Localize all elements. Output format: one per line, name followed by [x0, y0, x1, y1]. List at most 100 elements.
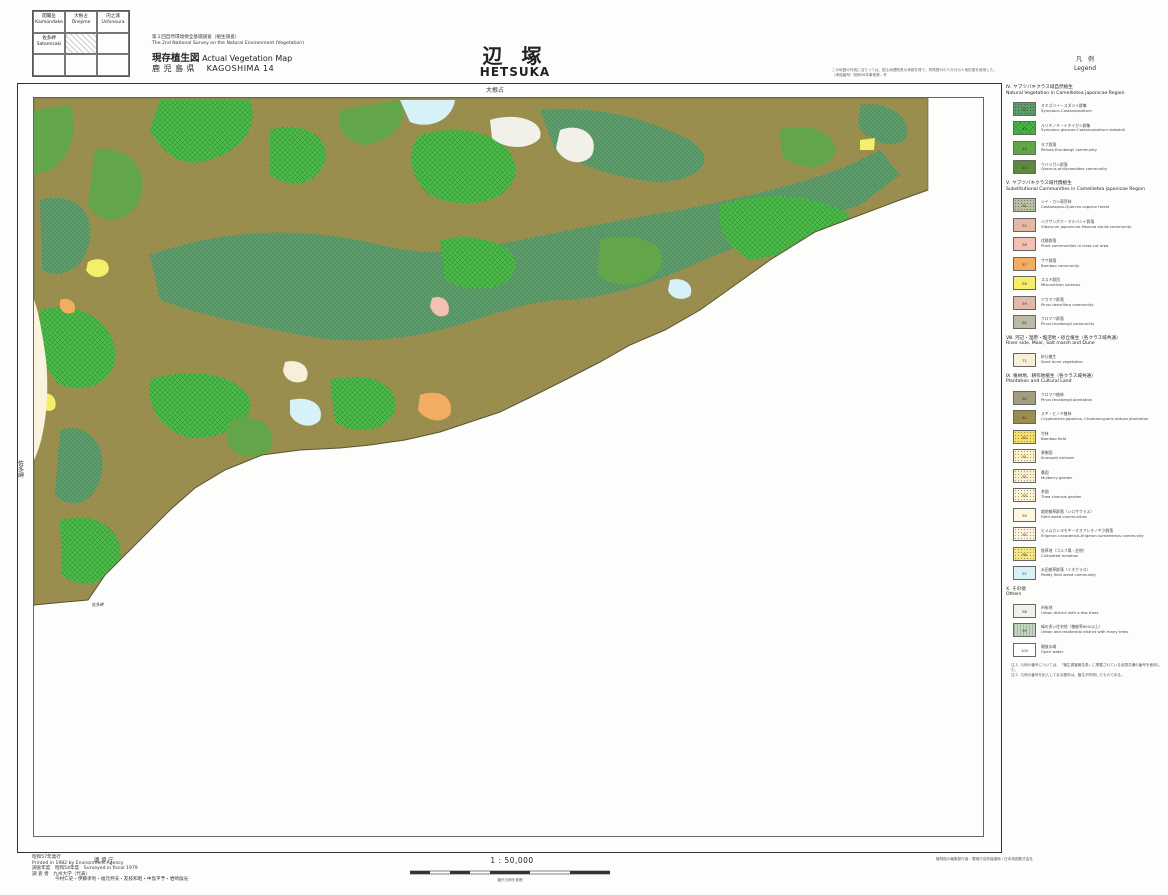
legend-swatch: 60	[1013, 315, 1036, 330]
legend-section-title-en: Others	[1006, 592, 1022, 598]
legend-item-en: Castanopsis-Quercus coppice forest	[1041, 204, 1110, 210]
legend-item-en: Thea sinensis garden	[1041, 494, 1082, 499]
legend-item: 51 シイ・カシ萌芽林 Castanopsis-Quercus coppice fo…	[1006, 195, 1166, 215]
legend-item: 52 ハクサンボク－マテバシイ群落 Viburnum japonicum-Pasan…	[1006, 215, 1166, 235]
legend-item-en: Cryptomeria japonica, Chamaecyparis obtu…	[1041, 416, 1149, 421]
legend-item-text: 市街地 Urban district with a few trees	[1041, 605, 1099, 616]
legend-header-jp: 凡 例	[1075, 56, 1094, 63]
legend-item: 95 ヒメムカシヨモギ－オオアレチノギク群落 Erigeron canadensis…	[1006, 524, 1166, 544]
map-patch-miscanthus	[860, 138, 875, 150]
legend-item-en: Quercus phillyraeoides community	[1041, 166, 1108, 172]
legend-item-text: ミミズバイ－スダジイ群集 Symploco-Castanopsietum	[1041, 103, 1092, 114]
legend-item-text: 緑の多い住宅地（植被率60%以上） Urban and residential d…	[1041, 625, 1128, 635]
legend-item: 58 ススキ群団 Miscanthion sinensis	[1006, 273, 1166, 293]
legend-section: Ⅷ. 河辺・湿原・塩沼地・砂丘植生（各クラス域共通） River side, Mo…	[1006, 336, 1166, 370]
legend-section: Ⅹ. その他 Others 98 市街地 Urban district with a f…	[1006, 587, 1166, 660]
legend-swatch: 42	[1013, 121, 1036, 136]
legend-item-text: ササ群落 Bamboo community	[1041, 258, 1079, 269]
legend-item-en: Viburnum japonicum-Pasania edulis commun…	[1041, 223, 1132, 229]
map-patch-symploco	[718, 196, 850, 260]
legend-swatch: 96	[1013, 546, 1036, 561]
legend-item: 42 ルリミノキ－イチイガシ群集 Symploco glaucae-Castanop…	[1006, 119, 1166, 139]
legend-item-en: Urban district with a few trees	[1041, 609, 1099, 615]
legend-section-title: Ⅷ. 河辺・湿原・塩沼地・砂丘植生（各クラス域共通） River side, Mo…	[1006, 336, 1166, 347]
legend-item-text: アカマツ群落 Pinus densiflora community	[1041, 297, 1094, 308]
legend-item-en: Pinus thunbergii community	[1041, 321, 1095, 327]
legend-item: 99 緑の多い住宅地（植被率60%以上） Urban and residential…	[1006, 620, 1166, 640]
legend-item-text: 桑園 Mulberry garden	[1041, 470, 1072, 481]
legend-item-text: タブ群落 Persea thunbergii community	[1041, 142, 1097, 153]
legend-item: 71 砂丘植生 Sand dune vegetation	[1006, 350, 1166, 370]
legend-item-en: Symploco glaucae-Castanopsietum sieboldi…	[1041, 127, 1125, 133]
legend-section-title-en: River side, Moor, Salt marsh and Dune	[1006, 341, 1095, 347]
legend-item-en: Persea thunbergii community	[1041, 146, 1097, 152]
legend-item-text: 伐跡群落 Plant communities in clear-cut area	[1041, 239, 1108, 249]
legend-section: Ⅴ. ヤブツバキクラス域代償植生 Substitutional Communiti…	[1006, 181, 1166, 332]
legend-header-en: Legend	[1073, 65, 1097, 72]
legend-item-text: ハクサンボク－マテバシイ群落 Viburnum japonicum-Pasania…	[1041, 219, 1132, 230]
legend-swatch: 93	[1013, 488, 1036, 502]
legend-swatch: 91	[1013, 449, 1036, 463]
legend-item-en: Urban and residential district with many…	[1041, 629, 1129, 635]
legend-item-en: Kumquat orchard	[1041, 455, 1074, 460]
legend-swatch: 94	[1013, 507, 1036, 522]
legend-item-en: Cultivated meadow	[1041, 552, 1078, 558]
legend-swatch: 51	[1013, 198, 1036, 213]
legend-section-title-en: Substitutional Communities in Camelliete…	[1006, 186, 1145, 192]
legend-item-en: Bamboo field	[1041, 435, 1067, 441]
legend-item-text: 牧草地（ゴルフ場・芝地） Cultivated meadow	[1041, 548, 1087, 559]
legend-item-en: Symploco-Castanopsietum	[1041, 107, 1092, 113]
legend-swatch: 57	[1013, 256, 1036, 271]
legend-swatch: 59	[1013, 295, 1036, 310]
legend-item-text: シイ・カシ萌芽林 Castanopsis-Quercus coppice fore…	[1041, 200, 1109, 210]
legend-section: Ⅳ. ヤブツバキクラス域自然植生 Natural Vegetation in Ca…	[1006, 85, 1166, 177]
legend-item-text: ウバメガシ群落 Quercus phillyraeoides community	[1041, 162, 1108, 173]
legend-swatch: 52	[1013, 217, 1036, 232]
legend-item: 44 タブ群落 Persea thunbergii community	[1006, 138, 1166, 158]
legend-item: 94 畑地雑草群落（シロザクラス） Field weed communities	[1006, 505, 1166, 525]
legend-item-en: Pinus thunbergii plantation	[1041, 396, 1093, 402]
map-place-label-cape: 佐多岬	[92, 601, 104, 607]
legend-swatch: 80	[1013, 390, 1036, 405]
legend-item-en: Miscanthion sinensis	[1041, 282, 1081, 288]
printer-info: 植物図の編集発行者：環境庁自然保護局 / 日本地図株式会社	[936, 857, 1033, 861]
legend-item: 91 果樹園 Kumquat orchard	[1006, 446, 1166, 466]
legend-item: 37 ミミズバイ－スダジイ群集 Symploco-Castanopsietum	[1006, 99, 1166, 119]
map-place-label-top: 大根占	[486, 86, 504, 94]
legend-item-text: スギ・ヒノキ植林 Cryptomeria japonica, Chamaecypa…	[1041, 411, 1149, 422]
legend-item: 56 伐跡群落 Plant communities in clear-cut are…	[1006, 234, 1166, 254]
legend-section-title: Ⅸ. 植林地、耕作地植生（各クラス域共通） Plantation and Cult…	[1006, 374, 1166, 385]
legend-item-en: Paddy field weed community	[1041, 572, 1096, 577]
legend-item-text: 水田雑草群落（イネクラス） Paddy field weed community	[1041, 567, 1096, 578]
legend-swatch: 97	[1013, 566, 1036, 580]
legend-item-en: Plant communities in clear-cut area	[1041, 243, 1109, 249]
legend-item: 97 水田雑草群落（イネクラス） Paddy field weed communit…	[1006, 563, 1166, 583]
legend-section: Ⅸ. 植林地、耕作地植生（各クラス域共通） Plantation and Cult…	[1006, 374, 1166, 583]
legend-item-text: ススキ群団 Miscanthion sinensis	[1041, 278, 1080, 288]
legend-swatch: 37	[1013, 101, 1036, 116]
legend-item-en: Open water	[1041, 648, 1064, 654]
scale-bar	[410, 870, 610, 875]
legend-swatch: 81	[1013, 410, 1036, 424]
map-place-label-left: 佐多岬	[17, 459, 24, 479]
legend-item-text: ルリミノキ－イチイガシ群集 Symploco glaucae-Castanopsi…	[1041, 123, 1125, 134]
legend-item-en: Erigeron canadensis-Erigeron sumatrensis…	[1041, 533, 1144, 538]
legend-swatch: 45	[1013, 160, 1036, 175]
legend-item-text: 茶畑 Thea sinensis garden	[1041, 489, 1082, 500]
legend-header: 凡 例 Legend	[1050, 55, 1120, 73]
legend-item-en: Field weed communities	[1041, 513, 1087, 519]
legend-item-text: 砂丘植生 Sand dune vegetation	[1041, 354, 1083, 365]
legend-item-text: 竹林 Bamboo field	[1041, 431, 1067, 442]
legend-note: 注２. 凡例の番号を記入してある箇所は、植生が判明したものである。	[1011, 673, 1125, 678]
legend-section-title: Ⅹ. その他 Others	[1006, 587, 1166, 598]
legend-swatch: 100	[1013, 642, 1036, 657]
legend-item: 45 ウバメガシ群落 Quercus phillyraeoides communit…	[1006, 158, 1166, 178]
legend-section-title-en: Natural Vegetation in Camellietea japoni…	[1006, 90, 1125, 96]
vegetation-map[interactable]: 大根占 佐多岬 佐多岬	[0, 0, 1168, 895]
legend-swatch: 44	[1013, 140, 1036, 155]
legend-item-text: クロマツ植林 Pinus thunbergii plantation	[1041, 392, 1093, 403]
legend-item: 96 牧草地（ゴルフ場・芝地） Cultivated meadow	[1006, 544, 1166, 564]
legend-swatch: 83	[1013, 429, 1036, 444]
legend-swatch: 56	[1013, 237, 1036, 252]
legend-item: 80 クロマツ植林 Pinus thunbergii plantation	[1006, 388, 1166, 408]
